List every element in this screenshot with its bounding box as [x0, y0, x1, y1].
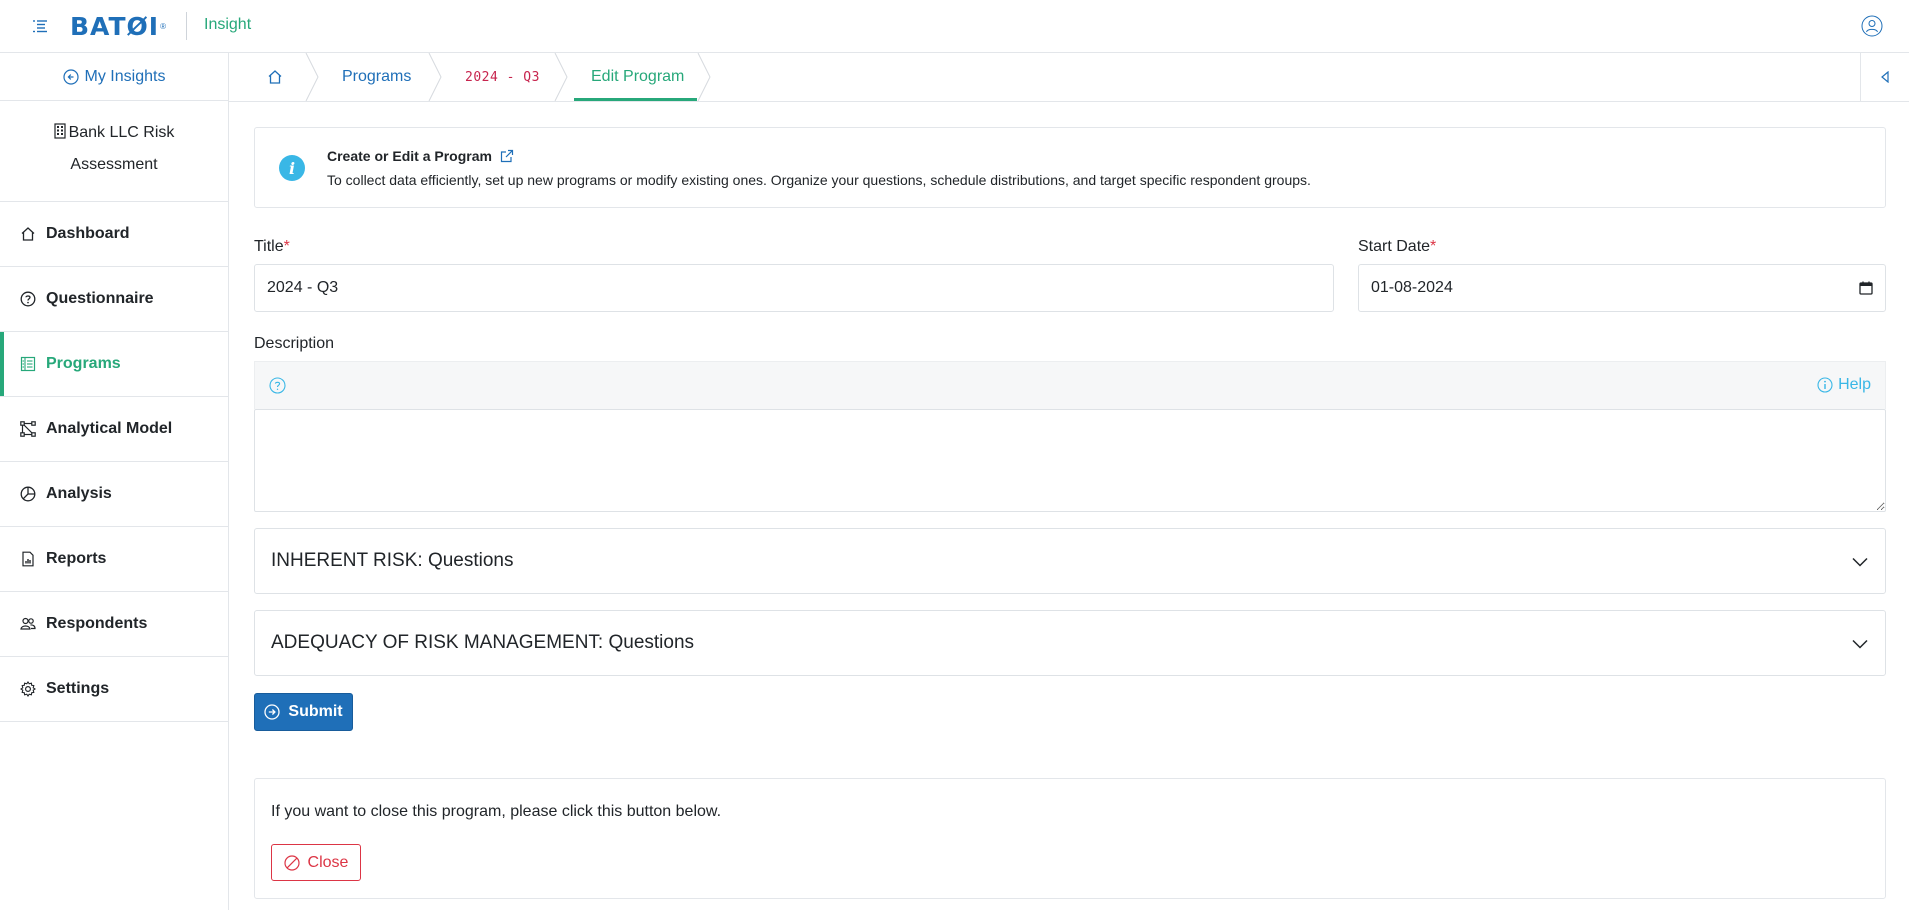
breadcrumb-separator: [697, 53, 711, 101]
required-mark: *: [283, 238, 290, 255]
nodes-icon: [20, 421, 36, 437]
accordion-inherent-risk[interactable]: INHERENT RISK: Questions: [254, 528, 1886, 594]
start-date-input[interactable]: 01-08-2024: [1358, 264, 1886, 312]
accordion-label: INHERENT RISK: Questions: [271, 550, 514, 571]
sidebar-item-label: Settings: [46, 680, 110, 697]
sidebar-item-reports[interactable]: Reports: [0, 527, 228, 592]
gear-icon: [20, 681, 36, 697]
help-label: Help: [1838, 376, 1871, 393]
chevron-down-icon: [1852, 557, 1868, 567]
sidebar-item-label: Dashboard: [46, 225, 130, 242]
caret-left-icon: [1881, 71, 1889, 83]
sidebar-item-label: Analysis: [46, 485, 112, 502]
breadcrumb-separator: [305, 53, 319, 101]
required-mark: *: [1430, 238, 1437, 255]
sidebar: My Insights Bank LLC Risk Assessment Das…: [0, 53, 229, 910]
sidebar-item-label: Programs: [46, 355, 121, 372]
home-icon: [21, 227, 35, 241]
sidebar-item-label: Analytical Model: [46, 420, 173, 437]
info-text: To collect data efficiently, set up new …: [327, 172, 1311, 188]
user-account-icon[interactable]: [1861, 15, 1883, 37]
description-label: Description: [254, 335, 335, 352]
list-icon: [20, 356, 36, 372]
title-label-text: Title: [254, 238, 284, 255]
main-content: i Create or Edit a Program To collect da…: [254, 127, 1886, 899]
close-program-panel: If you want to close this program, pleas…: [254, 778, 1886, 899]
my-insights-label: My Insights: [84, 67, 166, 85]
logo-text: BATØI: [70, 11, 160, 41]
accordion-label: ADEQUACY OF RISK MANAGEMENT: Questions: [271, 632, 695, 653]
breadcrumb-programs[interactable]: Programs: [342, 53, 411, 101]
start-date-label: Start Date*: [1358, 238, 1436, 256]
breadcrumb-home[interactable]: [267, 53, 289, 101]
description-editor-toolbar: Help: [254, 361, 1886, 409]
question-circle-icon: [20, 291, 36, 307]
logo-registered-mark: ®: [160, 21, 166, 31]
people-icon: [20, 617, 36, 630]
sidebar-item-programs[interactable]: Programs: [0, 332, 228, 397]
help-button[interactable]: Help: [1817, 376, 1871, 394]
sidebar-item-analysis[interactable]: Analysis: [0, 462, 228, 527]
chevron-down-icon: [1852, 639, 1868, 649]
logo-divider: [186, 12, 187, 40]
accordion-adequacy-risk-management[interactable]: ADEQUACY OF RISK MANAGEMENT: Questions: [254, 610, 1886, 676]
breadcrumb: Programs 2024 - Q3 Edit Program: [229, 53, 1909, 102]
sidebar-item-label: Reports: [46, 550, 107, 567]
ban-icon: [283, 854, 300, 871]
info-panel: i Create or Edit a Program To collect da…: [254, 127, 1886, 208]
close-program-button[interactable]: Close: [271, 844, 361, 881]
my-insights-link[interactable]: My Insights: [0, 53, 228, 101]
sidebar-item-label: Respondents: [46, 615, 148, 632]
title-label: Title*: [254, 238, 290, 256]
sidebar-item-questionnaire[interactable]: Questionnaire: [0, 267, 228, 332]
report-icon: [22, 551, 34, 567]
sidebar-item-settings[interactable]: Settings: [0, 657, 228, 722]
question-circle-icon[interactable]: [269, 377, 286, 394]
sidebar-item-respondents[interactable]: Respondents: [0, 592, 228, 657]
organization-label: Bank LLC Risk Assessment: [68, 124, 175, 173]
info-title-text: Create or Edit a Program: [327, 148, 492, 164]
submit-label: Submit: [288, 703, 343, 720]
calendar-icon[interactable]: [1859, 281, 1873, 295]
breadcrumb-edit-program[interactable]: Edit Program: [591, 53, 684, 101]
title-input[interactable]: [254, 264, 1334, 312]
organization-name: Bank LLC Risk Assessment: [0, 101, 228, 202]
top-bar: BATØI ® Insight: [0, 0, 1909, 53]
active-crumb-underline: [574, 98, 697, 101]
sidebar-item-label: Questionnaire: [46, 290, 154, 307]
start-date-label-text: Start Date: [1358, 238, 1431, 255]
batoi-logo[interactable]: BATØI ®: [70, 11, 166, 41]
pie-chart-icon: [20, 486, 36, 502]
sidebar-item-dashboard[interactable]: Dashboard: [0, 202, 228, 267]
breadcrumb-separator: [554, 53, 568, 101]
external-link-icon[interactable]: [500, 149, 514, 163]
info-icon: i: [279, 155, 305, 181]
arrow-left-circle-icon: [62, 68, 79, 85]
info-circle-icon: [1817, 377, 1833, 393]
close-program-text: If you want to close this program, pleas…: [271, 803, 722, 820]
close-label: Close: [307, 853, 349, 871]
app-name: Insight: [204, 16, 252, 33]
arrow-right-circle-icon: [264, 704, 281, 720]
breadcrumb-program-title[interactable]: 2024 - Q3: [465, 53, 540, 101]
sidebar-item-analytical-model[interactable]: Analytical Model: [0, 397, 228, 462]
menu-toggle-icon[interactable]: [30, 16, 50, 36]
submit-button[interactable]: Submit: [254, 693, 353, 731]
description-textarea[interactable]: [254, 409, 1886, 512]
start-date-value: 01-08-2024: [1371, 279, 1453, 296]
collapse-panel-button[interactable]: [1860, 53, 1909, 101]
breadcrumb-separator: [428, 53, 442, 101]
building-icon: [53, 123, 66, 139]
home-icon: [268, 70, 282, 84]
info-title: Create or Edit a Program: [327, 148, 514, 164]
